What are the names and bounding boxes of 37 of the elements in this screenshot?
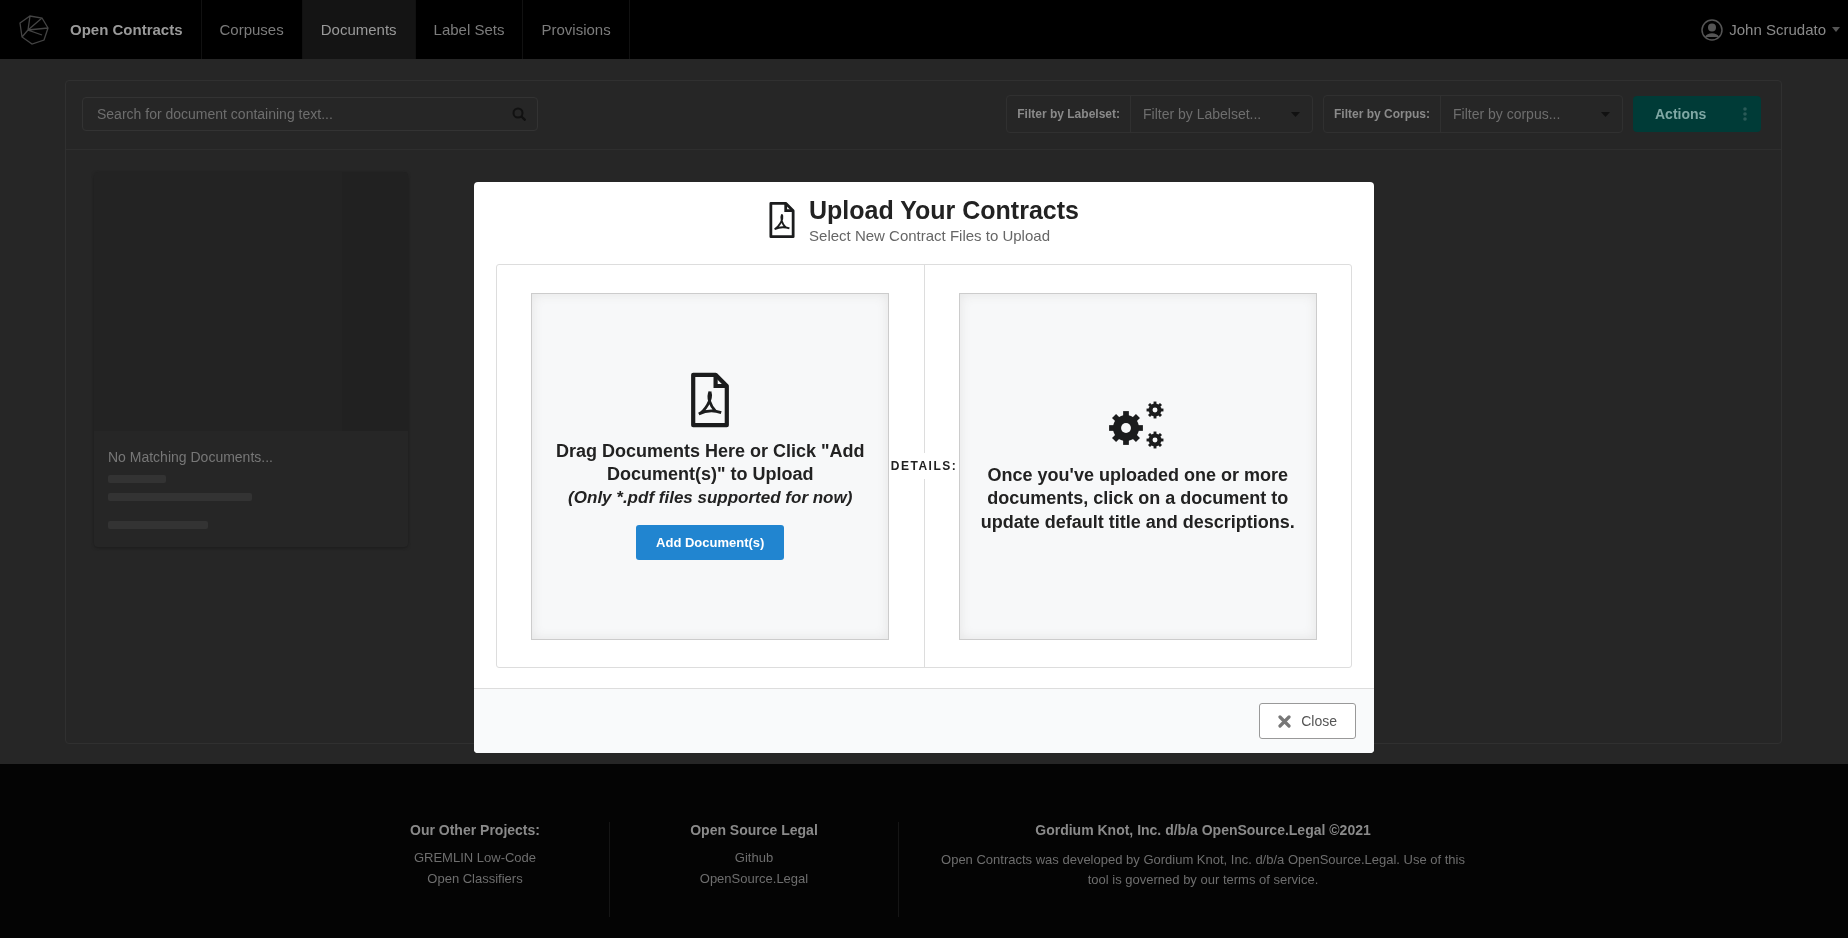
pdf-file-icon: [769, 200, 796, 240]
actions-button[interactable]: Actions: [1633, 96, 1761, 132]
drop-zone[interactable]: Drag Documents Here or Click "Add Document(s)" to Upload (Only *.pdf files supported for now) Add Document(s): [531, 292, 890, 640]
add-documents-button[interactable]: Add Document(s): [636, 524, 785, 560]
search-field[interactable]: Search for document containing text...: [82, 97, 538, 131]
user-menu[interactable]: John Scrudato: [1693, 0, 1848, 59]
card-title: No Matching Documents...: [108, 449, 274, 465]
more-icon: [1743, 107, 1747, 121]
footer-link[interactable]: GREMLIN Low-Code: [413, 850, 537, 865]
footer-heading: Open Source Legal: [690, 822, 818, 838]
drop-zone-text: Drag Documents Here or Click "Add Document(s)" to Upload: [554, 440, 866, 487]
filter-label: Filter by Corpus:: [1333, 107, 1431, 121]
caret-icon: [1832, 27, 1840, 32]
pdf-file-icon: [689, 372, 732, 429]
nav-tab[interactable]: Label Sets: [415, 0, 524, 59]
logo-icon: [16, 12, 52, 47]
file-type-note: (Only *.pdf files supported for now): [568, 486, 853, 509]
nav-tab[interactable]: Documents: [302, 0, 416, 59]
close-icon: [1278, 714, 1292, 728]
nav-tab[interactable]: Corpuses: [201, 0, 303, 59]
footer-heading: Our Other Projects:: [410, 822, 540, 838]
footer-link[interactable]: OpenSource.Legal: [699, 871, 809, 886]
dialog-subtitle: Select New Contract Files to Upload: [809, 227, 1051, 244]
details-text: Once you've uploaded one or more documents, click on a document to update default title and descriptions.: [979, 463, 1296, 534]
nav-tab[interactable]: Provisions: [523, 0, 630, 59]
footer-link[interactable]: Open Classifiers: [427, 871, 523, 886]
filter-dropdown[interactable]: Filter by Labelset...: [1130, 96, 1312, 132]
divider-label: DETAILS:: [890, 453, 958, 479]
filter-dropdown[interactable]: Filter by corpus...: [1440, 96, 1622, 132]
close-button[interactable]: Close: [1259, 703, 1356, 739]
footer-heading: Gordium Knot, Inc. d/b/a OpenSource.Legal ©2021: [1035, 822, 1371, 838]
footer-text: Open Contracts was developed by Gordium Knot, Inc. d/b/a OpenSource.Legal. Use of this tool is governed by our terms of service.: [940, 851, 1466, 889]
user-icon: [1701, 18, 1724, 41]
filter-label: Filter by Labelset:: [1016, 107, 1121, 121]
dialog-title: Upload Your Contracts: [809, 196, 1079, 225]
brand-name[interactable]: Open Contracts: [64, 0, 202, 59]
footer-link[interactable]: Github: [734, 850, 774, 865]
